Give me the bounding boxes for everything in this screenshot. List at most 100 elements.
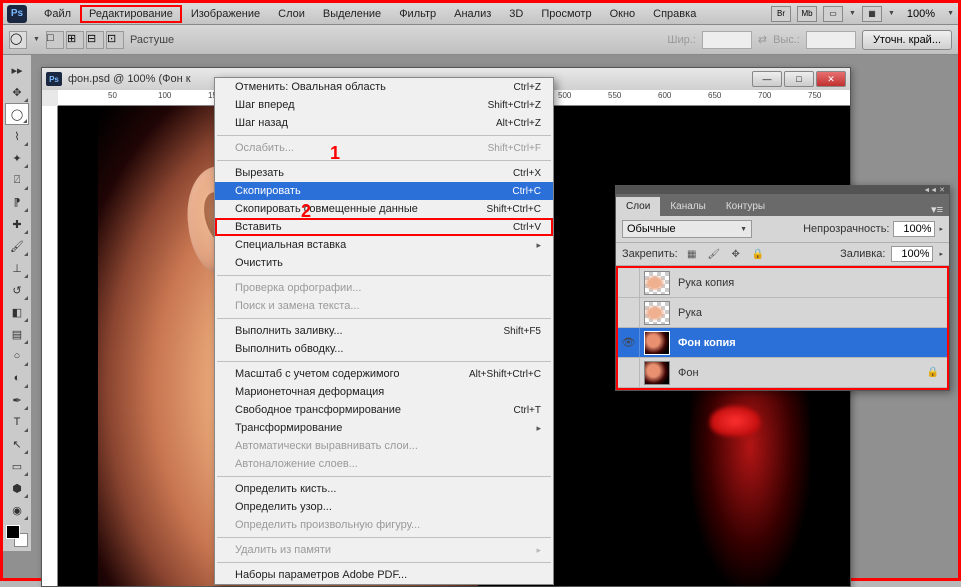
- menu-item[interactable]: Шаг впередShift+Ctrl+Z: [215, 96, 553, 114]
- lock-pixels-icon[interactable]: 🖌: [706, 246, 722, 262]
- gradient-tool[interactable]: ▤: [5, 323, 29, 345]
- layer-thumbnail[interactable]: [644, 301, 670, 325]
- lock-all-icon[interactable]: 🔒: [750, 246, 766, 262]
- color-swatches[interactable]: [6, 525, 28, 547]
- menu-image[interactable]: Изображение: [182, 5, 269, 23]
- menu-item[interactable]: Масштаб с учетом содержимогоAlt+Shift+Ct…: [215, 365, 553, 383]
- visibility-icon[interactable]: [618, 298, 640, 327]
- menu-item[interactable]: Отменить: Овальная областьCtrl+Z: [215, 78, 553, 96]
- move-tool[interactable]: ✥: [5, 81, 29, 103]
- width-input[interactable]: [702, 31, 752, 49]
- menu-layers[interactable]: Слои: [269, 5, 314, 23]
- minimize-button[interactable]: —: [752, 71, 782, 87]
- sel-int-icon[interactable]: ⊡: [106, 31, 124, 49]
- lock-pos-icon[interactable]: ✥: [728, 246, 744, 262]
- dodge-tool[interactable]: ◐: [5, 367, 29, 389]
- layer-thumbnail[interactable]: [644, 271, 670, 295]
- menu-edit[interactable]: Редактирование: [80, 5, 182, 23]
- heal-tool[interactable]: ✚: [5, 213, 29, 235]
- visibility-icon[interactable]: [618, 358, 640, 387]
- menu-item[interactable]: ВставитьCtrl+V: [215, 218, 553, 236]
- layer-name[interactable]: Фон копия: [674, 337, 736, 349]
- menu-item[interactable]: Марионеточная деформация: [215, 383, 553, 401]
- lasso-tool[interactable]: ⌇: [5, 125, 29, 147]
- refine-edge-button[interactable]: Уточн. край...: [862, 30, 952, 50]
- menu-3d[interactable]: 3D: [500, 5, 532, 23]
- layer-row[interactable]: Рука: [618, 298, 947, 328]
- blur-tool[interactable]: ○: [5, 345, 29, 367]
- toolbox-grip-icon[interactable]: ▸▸: [5, 59, 29, 81]
- menu-item[interactable]: Определить кисть...: [215, 480, 553, 498]
- layer-thumbnail[interactable]: [644, 361, 670, 385]
- menu-separator: [217, 361, 551, 362]
- pen-tool[interactable]: ✒: [5, 389, 29, 411]
- visibility-icon[interactable]: [618, 268, 640, 297]
- layer-row[interactable]: 👁 Фон копия: [618, 328, 947, 358]
- layer-name[interactable]: Рука копия: [674, 277, 734, 289]
- close-button[interactable]: ✕: [816, 71, 846, 87]
- menu-item[interactable]: СкопироватьCtrl+C: [215, 182, 553, 200]
- zoom-level[interactable]: 100%: [901, 6, 941, 22]
- fill-input[interactable]: [891, 246, 933, 262]
- tab-paths[interactable]: Контуры: [716, 197, 775, 216]
- tool-preset-icon[interactable]: ◯: [9, 31, 27, 49]
- layer-thumbnail[interactable]: [644, 331, 670, 355]
- path-tool[interactable]: ↖: [5, 433, 29, 455]
- eyedropper-tool[interactable]: ⁋: [5, 191, 29, 213]
- layer-name[interactable]: Фон: [674, 367, 699, 379]
- menu-analysis[interactable]: Анализ: [445, 5, 500, 23]
- menu-item[interactable]: Специальная вставка: [215, 236, 553, 254]
- menu-item[interactable]: ВырезатьCtrl+X: [215, 164, 553, 182]
- brush-tool[interactable]: 🖌: [5, 235, 29, 257]
- maximize-button[interactable]: □: [784, 71, 814, 87]
- shape-tool[interactable]: ▭: [5, 455, 29, 477]
- height-input[interactable]: [806, 31, 856, 49]
- menu-item[interactable]: Выполнить заливку...Shift+F5: [215, 322, 553, 340]
- sel-sub-icon[interactable]: ⊟: [86, 31, 104, 49]
- menu-item[interactable]: Очистить: [215, 254, 553, 272]
- opacity-input[interactable]: [893, 221, 935, 237]
- menu-item[interactable]: Шаг назадAlt+Ctrl+Z: [215, 114, 553, 132]
- menu-select[interactable]: Выделение: [314, 5, 390, 23]
- menu-help[interactable]: Справка: [644, 5, 705, 23]
- screen-mode-icon[interactable]: ▭: [823, 6, 843, 22]
- chevron-icon[interactable]: ▸: [939, 250, 943, 258]
- blend-mode-select[interactable]: Обычные▼: [622, 220, 752, 238]
- vertical-ruler[interactable]: [42, 106, 58, 586]
- options-bar: ◯ ▼ □ ⊞ ⊟ ⊡ Растуше Шир.: ⇄ Выс.: Уточн.…: [3, 25, 958, 55]
- type-tool[interactable]: T: [5, 411, 29, 433]
- tab-layers[interactable]: Слои: [616, 197, 660, 216]
- stamp-tool[interactable]: ⊥: [5, 257, 29, 279]
- panel-menu-icon[interactable]: ▾≡: [925, 203, 949, 216]
- menu-item[interactable]: Скопировать совмещенные данныеShift+Ctrl…: [215, 200, 553, 218]
- minibridge-icon[interactable]: Mb: [797, 6, 817, 22]
- 3d-tool[interactable]: ⬢: [5, 477, 29, 499]
- menu-item[interactable]: Определить узор...: [215, 498, 553, 516]
- menu-item[interactable]: Наборы параметров Adobe PDF...: [215, 566, 553, 584]
- history-brush-tool[interactable]: ↺: [5, 279, 29, 301]
- menu-view[interactable]: Просмотр: [532, 5, 600, 23]
- layer-name[interactable]: Рука: [674, 307, 702, 319]
- menu-item[interactable]: Трансформирование: [215, 419, 553, 437]
- menu-file[interactable]: Файл: [35, 5, 80, 23]
- chevron-icon[interactable]: ▸: [939, 225, 943, 233]
- menu-item[interactable]: Свободное трансформированиеCtrl+T: [215, 401, 553, 419]
- bridge-icon[interactable]: Br: [771, 6, 791, 22]
- visibility-icon[interactable]: 👁: [618, 328, 640, 357]
- eraser-tool[interactable]: ◧: [5, 301, 29, 323]
- 3d-cam-tool[interactable]: ◉: [5, 499, 29, 521]
- menu-window[interactable]: Окно: [601, 5, 645, 23]
- wand-tool[interactable]: ✦: [5, 147, 29, 169]
- sel-add-icon[interactable]: ⊞: [66, 31, 84, 49]
- crop-tool[interactable]: ⍁: [5, 169, 29, 191]
- menu-item[interactable]: Выполнить обводку...: [215, 340, 553, 358]
- layer-row[interactable]: Рука копия: [618, 268, 947, 298]
- menu-filter[interactable]: Фильтр: [390, 5, 445, 23]
- lock-trans-icon[interactable]: ▦: [684, 246, 700, 262]
- arrange-icon[interactable]: ▦: [862, 6, 882, 22]
- layer-row[interactable]: Фон🔒: [618, 358, 947, 388]
- marquee-tool[interactable]: ◯: [5, 103, 29, 125]
- tab-channels[interactable]: Каналы: [660, 197, 716, 216]
- panel-grip[interactable]: ◄◄ ✕: [616, 186, 949, 194]
- sel-new-icon[interactable]: □: [46, 31, 64, 49]
